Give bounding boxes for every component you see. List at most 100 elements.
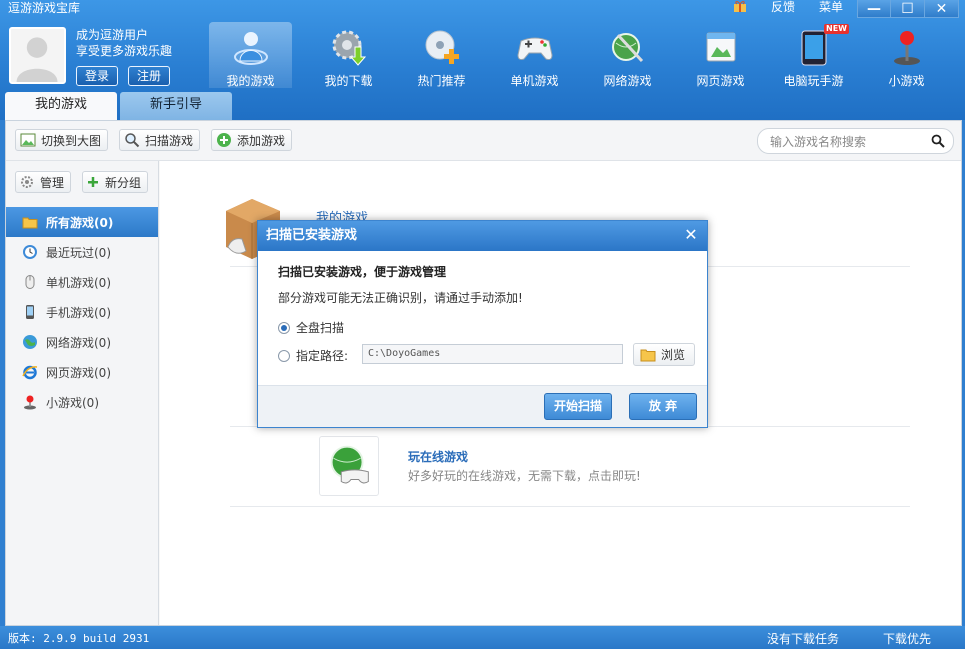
- webpage-icon: [701, 27, 741, 67]
- group-label: 网络游戏(0): [46, 335, 111, 350]
- group-label: 网页游戏(0): [46, 365, 111, 380]
- cancel-button[interactable]: 放 弃: [629, 393, 697, 420]
- group-mini[interactable]: 小游戏(0): [6, 387, 158, 417]
- avatar[interactable]: [9, 27, 66, 84]
- nav-mini-games[interactable]: 小游戏: [860, 22, 953, 88]
- download-status[interactable]: 没有下载任务: [767, 630, 839, 647]
- scan-dialog: 扫描已安装游戏 ✕ 扫描已安装游戏，便于游戏管理 部分游戏可能无法正确识别，请通…: [257, 220, 708, 428]
- user-promo-line2: 享受更多游戏乐趣: [76, 44, 173, 58]
- group-label: 所有游戏(0): [46, 215, 114, 230]
- minimize-button[interactable]: —: [857, 0, 891, 18]
- browse-label: 浏览: [661, 348, 686, 362]
- radio-label: 指定路径:: [296, 349, 349, 363]
- radio-button[interactable]: [278, 321, 290, 334]
- title-bar: 逗游游戏宝库 反馈 菜单 — ☐ ✕ 成为逗游用户 享受更多游戏乐趣 登录 注册: [0, 0, 965, 120]
- group-label: 最近玩过(0): [46, 245, 111, 260]
- radio-specific-path[interactable]: 指定路径:: [278, 347, 348, 364]
- dialog-heading: 扫描已安装游戏，便于游戏管理: [278, 265, 447, 279]
- scan-games-label: 扫描游戏: [145, 133, 194, 148]
- nav-hot[interactable]: 热门推荐: [395, 22, 488, 88]
- manage-label: 管理: [40, 175, 65, 190]
- group-single-player[interactable]: 单机游戏(0): [6, 267, 158, 297]
- nav-my-games[interactable]: 我的游戏: [209, 22, 292, 88]
- search-icon[interactable]: [931, 134, 945, 148]
- manage-button[interactable]: 管理: [15, 171, 72, 193]
- gamepad-icon: [515, 27, 555, 67]
- gear-download-icon: [329, 27, 369, 67]
- group-online[interactable]: 网络游戏(0): [6, 327, 158, 357]
- mouse-icon: [22, 274, 38, 290]
- nav-label: 我的下载: [324, 74, 373, 88]
- app-title: 逗游游戏宝库: [8, 1, 81, 15]
- start-scan-button[interactable]: 开始扫描: [544, 393, 612, 420]
- radio-full-scan[interactable]: 全盘扫描: [278, 319, 344, 336]
- divider: [230, 506, 910, 507]
- add-game-button[interactable]: 添加游戏: [211, 129, 293, 151]
- nav-single-player[interactable]: 单机游戏: [488, 22, 581, 88]
- group-recent[interactable]: 最近玩过(0): [6, 237, 158, 267]
- user-promo-line1: 成为逗游用户: [76, 28, 149, 42]
- tab-guide[interactable]: 新手引导: [120, 92, 232, 120]
- online-games-title[interactable]: 玩在线游戏: [408, 448, 468, 465]
- new-group-button[interactable]: 新分组: [82, 171, 149, 193]
- nav-my-downloads[interactable]: 我的下载: [302, 22, 395, 88]
- close-icon[interactable]: ✕: [683, 227, 699, 243]
- nav-label: 热门推荐: [417, 74, 466, 88]
- new-group-label: 新分组: [105, 175, 142, 190]
- switch-big-view-button[interactable]: 切换到大图: [15, 129, 109, 151]
- search-box: [757, 128, 954, 154]
- globe-icon: [22, 334, 38, 350]
- login-button[interactable]: 登录: [76, 66, 119, 86]
- nav-label: 网络游戏: [603, 74, 652, 88]
- magnifier-icon: [124, 132, 140, 148]
- group-list: 所有游戏(0) 最近玩过(0) 单机游戏(0) 手机游戏(0) 网络游戏(0) …: [6, 207, 158, 417]
- group-mobile[interactable]: 手机游戏(0): [6, 297, 158, 327]
- joystick-icon: [22, 394, 38, 410]
- plus-icon: [87, 176, 99, 188]
- plus-circle-icon: [216, 132, 232, 148]
- nav-online[interactable]: 网络游戏: [581, 22, 674, 88]
- search-input[interactable]: [770, 133, 930, 151]
- tab-my-games[interactable]: 我的游戏: [5, 92, 117, 120]
- browse-button[interactable]: 浏览: [633, 343, 695, 366]
- window-controls: — ☐ ✕: [857, 0, 959, 18]
- download-priority[interactable]: 下载优先: [883, 630, 931, 647]
- group-web[interactable]: 网页游戏(0): [6, 357, 158, 387]
- dialog-title-text: 扫描已安装游戏: [266, 228, 358, 243]
- scan-games-button[interactable]: 扫描游戏: [119, 129, 201, 151]
- toolbar: 切换到大图 扫描游戏 添加游戏: [6, 121, 961, 161]
- clock-icon: [22, 244, 38, 260]
- image-icon: [20, 132, 36, 148]
- status-bar: 版本: 2.9.9 build 2931 没有下载任务 下载优先: [0, 626, 965, 649]
- globe-gamepad-icon: [330, 445, 369, 484]
- gift-icon[interactable]: [733, 0, 747, 12]
- register-button[interactable]: 注册: [128, 66, 171, 86]
- nav-web-games[interactable]: 网页游戏: [674, 22, 767, 88]
- version-text: 版本: 2.9.9 build 2931: [8, 632, 150, 645]
- dialog-footer: 开始扫描 放 弃: [258, 385, 707, 427]
- folder-icon: [640, 348, 656, 362]
- group-label: 小游戏(0): [46, 395, 99, 410]
- folder-icon: [22, 214, 38, 230]
- group-all-games[interactable]: 所有游戏(0): [6, 207, 158, 237]
- maximize-button[interactable]: ☐: [891, 0, 925, 18]
- close-button[interactable]: ✕: [925, 0, 959, 18]
- nav-label: 单机游戏: [510, 74, 559, 88]
- nav-label: 网页游戏: [696, 74, 745, 88]
- online-games-tile[interactable]: [319, 436, 379, 496]
- feedback-link[interactable]: 反馈: [771, 0, 795, 14]
- nav-label: 电脑玩手游: [783, 74, 844, 88]
- path-field[interactable]: C:\DoyoGames: [362, 344, 623, 364]
- radio-button[interactable]: [278, 349, 290, 362]
- nav-label: 小游戏: [888, 74, 925, 88]
- radio-label: 全盘扫描: [296, 321, 345, 335]
- add-game-label: 添加游戏: [237, 133, 286, 148]
- joystick-icon: [887, 27, 927, 67]
- group-label: 单机游戏(0): [46, 275, 111, 290]
- user-promo: 成为逗游用户 享受更多游戏乐趣: [76, 27, 172, 59]
- nav-mobile-games[interactable]: NEW 电脑玩手游: [767, 22, 860, 88]
- person-globe-icon: [231, 27, 271, 67]
- dialog-note: 部分游戏可能无法正确识别，请通过手动添加!: [278, 291, 523, 305]
- sidebar: 管理 新分组 所有游戏(0) 最近玩过(0) 单机游戏(0) 手机游戏(0) 网…: [6, 161, 159, 625]
- menu-link[interactable]: 菜单: [819, 0, 843, 14]
